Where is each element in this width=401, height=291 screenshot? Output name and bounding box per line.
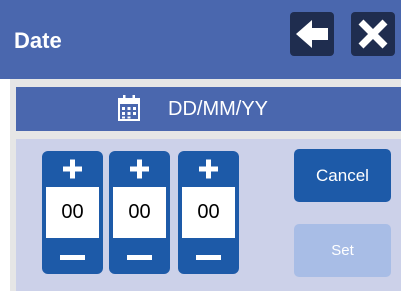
year-decrement-button[interactable]	[178, 240, 239, 276]
date-format-label: DD/MM/YY	[168, 98, 268, 120]
minus-icon	[127, 255, 152, 260]
day-value[interactable]: 00	[46, 187, 99, 238]
day-spinner: 00	[42, 151, 103, 274]
month-increment-button[interactable]	[109, 151, 170, 187]
calendar-icon	[118, 95, 140, 121]
month-spinner: 00	[109, 151, 170, 274]
close-icon	[358, 19, 388, 49]
arrow-left-icon	[296, 20, 328, 48]
dialog-title: Date	[14, 28, 62, 53]
close-button[interactable]	[351, 12, 395, 56]
minus-icon	[196, 255, 221, 260]
year-increment-button[interactable]	[178, 151, 239, 187]
cancel-button[interactable]: Cancel	[294, 149, 391, 202]
minus-icon	[60, 255, 85, 260]
day-increment-button[interactable]	[42, 151, 103, 187]
back-button[interactable]	[290, 12, 334, 56]
month-value[interactable]: 00	[113, 187, 166, 238]
year-spinner: 00	[178, 151, 239, 274]
day-decrement-button[interactable]	[42, 240, 103, 276]
title-bar: Date	[0, 0, 401, 79]
set-button[interactable]: Set	[294, 224, 391, 277]
plus-icon	[199, 159, 218, 179]
month-decrement-button[interactable]	[109, 240, 170, 276]
year-value[interactable]: 00	[182, 187, 235, 238]
plus-icon	[130, 159, 149, 179]
plus-icon	[63, 159, 82, 179]
